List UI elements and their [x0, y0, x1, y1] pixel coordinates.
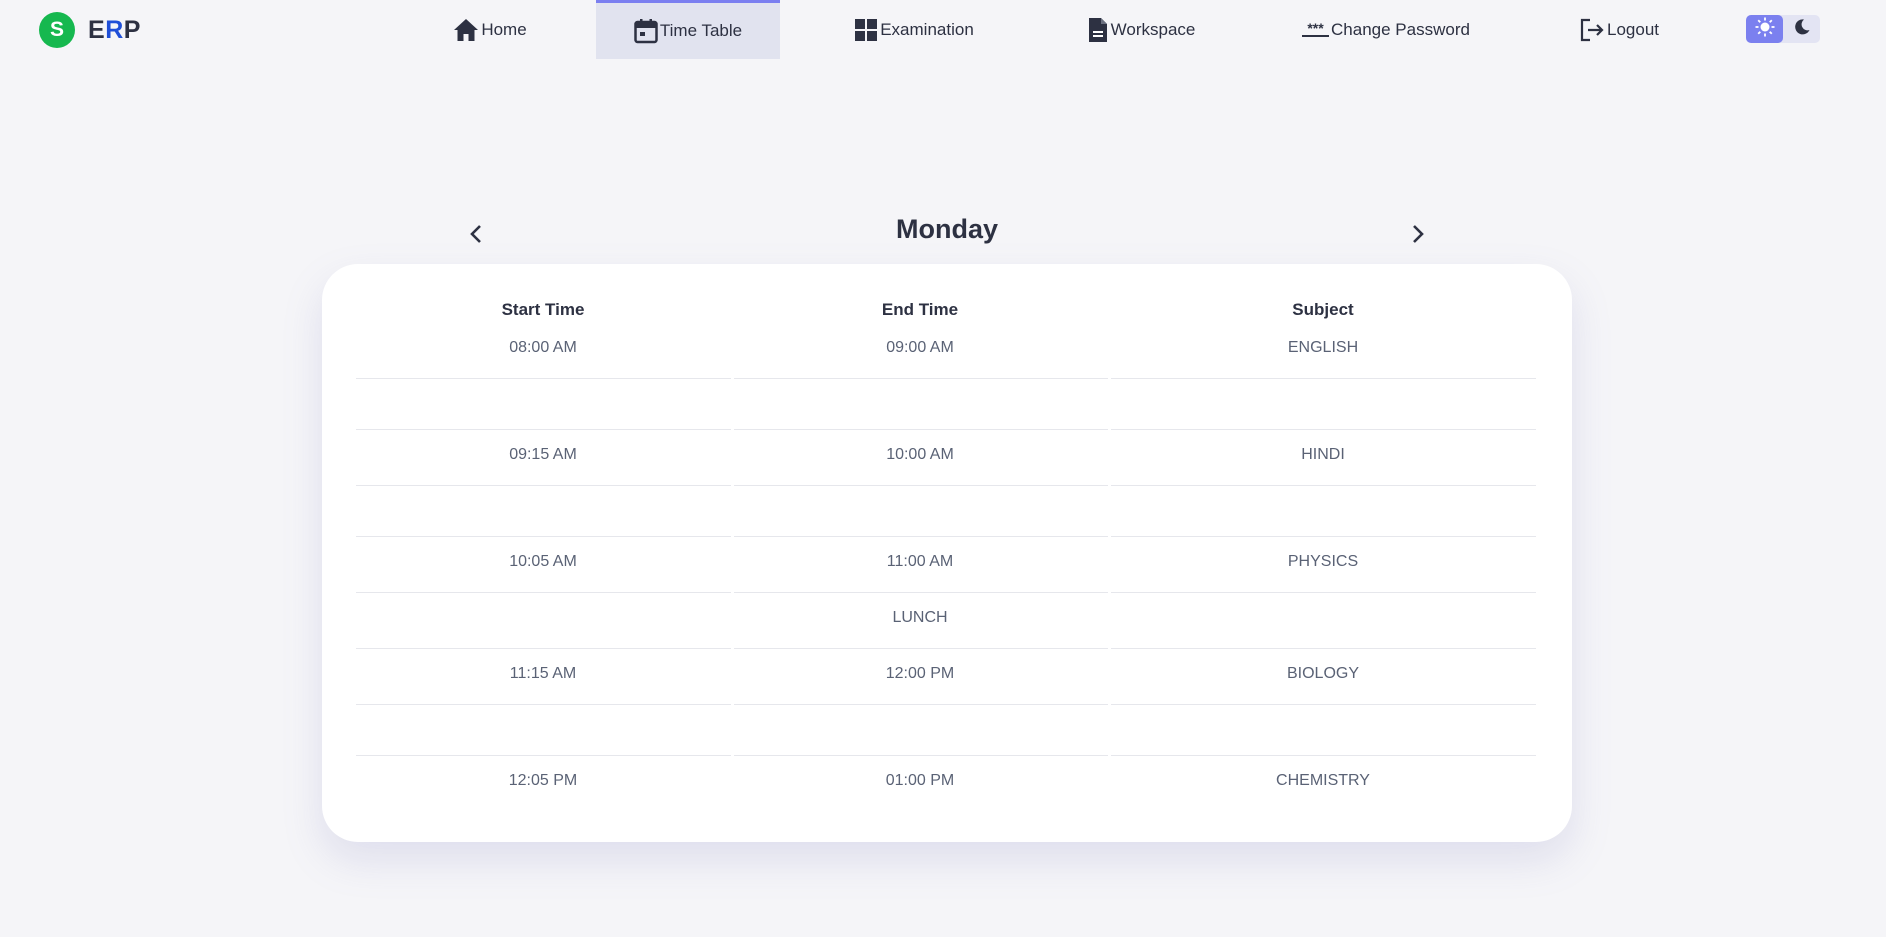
row-divider	[734, 378, 1108, 379]
nav-change-password-label: Change Password	[1331, 19, 1470, 39]
brand[interactable]: S ERP	[39, 12, 141, 48]
row-divider	[1111, 485, 1536, 486]
row-divider	[734, 592, 1108, 593]
row-divider	[356, 648, 731, 649]
day-title: Monday	[895, 214, 998, 244]
table-cell-subject: BIOLOGY	[1286, 665, 1360, 682]
chevron-left-icon	[469, 224, 483, 249]
column-header-subject: Subject	[1292, 300, 1354, 319]
nav-logout[interactable]: Logout	[1578, 0, 1660, 59]
password-icon: ***	[1302, 19, 1330, 37]
prev-day-button[interactable]	[464, 224, 488, 248]
nav-change-password[interactable]: *** Change Password	[1302, 0, 1470, 59]
row-divider	[1111, 592, 1536, 593]
column-header-end: End Time	[881, 300, 959, 319]
column-header-start: Start Time	[501, 300, 585, 319]
nav-logout-label: Logout	[1607, 19, 1659, 39]
nav-home[interactable]: Home	[450, 0, 530, 59]
row-divider	[356, 485, 731, 486]
row-divider	[356, 429, 731, 430]
table-cell-start: 11:15 AM	[509, 665, 577, 682]
row-divider	[1111, 378, 1536, 379]
sun-icon	[1755, 17, 1775, 42]
dark-mode-button[interactable]	[1783, 15, 1820, 43]
nav-home-label: Home	[481, 19, 527, 39]
row-divider	[734, 755, 1108, 756]
nav-examination-label: Examination	[880, 19, 974, 39]
brand-name-e: E	[88, 15, 106, 44]
brand-logo: S	[39, 12, 75, 48]
table-cell-end: 09:00 AM	[886, 339, 954, 356]
row-divider	[356, 755, 731, 756]
row-divider	[734, 704, 1108, 705]
brand-name-r: R	[105, 15, 124, 44]
row-divider	[1111, 704, 1536, 705]
row-divider	[1111, 429, 1536, 430]
row-divider	[734, 429, 1108, 430]
nav-examination[interactable]: Examination	[852, 0, 976, 59]
table-cell-subject: HINDI	[1301, 446, 1345, 463]
row-divider	[356, 378, 731, 379]
next-day-button[interactable]	[1406, 224, 1430, 248]
row-divider	[356, 536, 731, 537]
password-icon-stars: ***	[1307, 19, 1324, 36]
table-cell-end: LUNCH	[892, 609, 948, 626]
table-cell-end: 12:00 PM	[885, 665, 955, 682]
home-icon	[453, 18, 479, 42]
table-cell-start: 10:05 AM	[509, 553, 577, 570]
nav-time-table[interactable]: Time Table	[596, 0, 780, 59]
table-cell-subject: CHEMISTRY	[1276, 772, 1370, 789]
table-cell-subject: PHYSICS	[1287, 553, 1359, 570]
document-icon	[1087, 17, 1109, 43]
nav-time-table-label: Time Table	[659, 21, 743, 40]
table-cell-end: 01:00 PM	[885, 772, 955, 789]
top-navbar: S ERP Home Time Table Examination Worksp…	[0, 0, 1886, 62]
table-cell-start: 08:00 AM	[509, 339, 577, 356]
nav-workspace[interactable]: Workspace	[1083, 0, 1199, 59]
row-divider	[1111, 648, 1536, 649]
row-divider	[356, 704, 731, 705]
logout-icon	[1579, 18, 1605, 42]
table-cell-end: 11:00 AM	[886, 553, 954, 570]
row-divider	[1111, 536, 1536, 537]
row-divider	[734, 648, 1108, 649]
row-divider	[734, 485, 1108, 486]
brand-name-p: P	[123, 15, 141, 44]
nav-workspace-label: Workspace	[1110, 19, 1196, 39]
brand-name: ERP	[88, 16, 141, 45]
theme-toggle[interactable]	[1746, 15, 1820, 43]
table-cell-start: 12:05 PM	[508, 772, 578, 789]
moon-icon	[1793, 18, 1811, 41]
table-cell-start: 09:15 AM	[509, 446, 577, 463]
chevron-right-icon	[1411, 224, 1425, 249]
table-cell-end: 10:00 AM	[886, 446, 954, 463]
grid-icon	[854, 18, 878, 42]
row-divider	[1111, 755, 1536, 756]
row-divider	[734, 536, 1108, 537]
light-mode-button[interactable]	[1746, 15, 1783, 43]
table-cell-subject: ENGLISH	[1287, 339, 1359, 356]
calendar-icon	[634, 18, 658, 44]
row-divider	[356, 592, 731, 593]
